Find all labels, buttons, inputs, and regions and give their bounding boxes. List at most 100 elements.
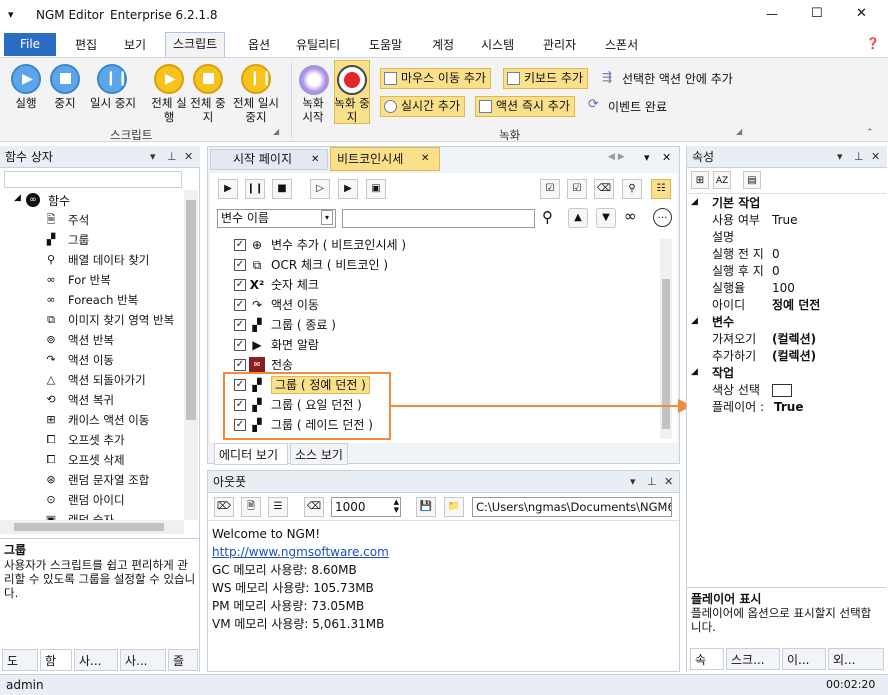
system-menu-icon[interactable]: ▾ [8, 8, 14, 21]
dropdown-icon[interactable]: ▾ [837, 146, 843, 168]
search-icon[interactable]: ⚲ [542, 208, 553, 226]
stop-icon[interactable] [50, 64, 80, 94]
close-icon[interactable]: ✕ [664, 471, 673, 493]
dropdown-icon[interactable]: ▾ [630, 471, 636, 493]
group-expand-icon[interactable]: ◢ [273, 127, 279, 136]
collapse-icon[interactable]: ◢ [691, 367, 698, 377]
record-stop-button[interactable]: 녹화 중지 [334, 96, 370, 124]
horizontal-scrollbar[interactable] [0, 520, 184, 534]
tab-properties[interactable]: 속 [690, 648, 724, 670]
close-icon[interactable]: ✕ [184, 146, 193, 168]
tree-view-icon[interactable]: ☷ [651, 179, 671, 199]
tab-function[interactable]: 함 [40, 649, 72, 671]
vertical-scrollbar[interactable] [184, 190, 198, 520]
check-all-icon[interactable]: ☑ [540, 179, 560, 199]
menu-system[interactable]: 시스템 [481, 36, 514, 53]
stop-icon[interactable]: ■ [272, 179, 292, 199]
output-link[interactable]: http://www.ngmsoftware.com [212, 543, 389, 561]
add-keyboard-button[interactable]: 키보드 추가 [503, 68, 589, 89]
run-button[interactable]: 실행 [6, 96, 46, 110]
pause-button[interactable]: 일시 중지 [84, 96, 142, 110]
tab-user-function[interactable]: 사... [120, 649, 166, 671]
pause-all-icon[interactable]: ❙❙ [241, 64, 272, 94]
add-realtime-button[interactable]: 실시간 추가 [380, 96, 466, 117]
tab-source-view[interactable]: 소스 보기 [290, 443, 348, 465]
step-icon[interactable]: ▷ [310, 179, 330, 199]
loop-icon[interactable]: ∞ [624, 207, 637, 225]
add-in-selected-button[interactable]: 선택한 액션 안에 추가 [622, 70, 733, 87]
collapse-icon[interactable]: ◢ [691, 197, 698, 207]
check-icon[interactable]: ☑ [567, 179, 587, 199]
tab-external[interactable]: 외... [828, 648, 884, 670]
stop-button[interactable]: 중지 [45, 96, 85, 110]
tab-start-page[interactable]: 시작 페이지 ✕ [210, 149, 328, 170]
move-up-icon[interactable]: ▲ [568, 208, 588, 228]
step-play-icon[interactable]: ▶ [338, 179, 358, 199]
vertical-scrollbar[interactable] [660, 239, 672, 439]
close-icon[interactable]: ✕ [871, 146, 880, 168]
variable-value-input[interactable] [342, 209, 535, 228]
tab-user[interactable]: 사... [74, 649, 118, 671]
property-pages-icon[interactable]: ▤ [743, 171, 761, 189]
maximize-button[interactable]: ☐ [811, 6, 823, 21]
menu-view[interactable]: 보기 [124, 36, 146, 53]
pause-icon[interactable]: ❙❙ [97, 64, 128, 94]
tab-scroll-icon[interactable]: ◀ ▶ [608, 152, 625, 162]
pause-icon[interactable]: ❙❙ [245, 179, 265, 199]
find-icon[interactable]: ⚲ [622, 179, 642, 199]
move-down-icon[interactable]: ▼ [596, 208, 616, 228]
add-action-now-button[interactable]: 액션 즉시 추가 [475, 96, 575, 117]
search-input[interactable] [4, 171, 182, 188]
property-row[interactable]: 실행 전 지0 [688, 246, 884, 263]
menu-sponsor[interactable]: 스폰서 [605, 36, 638, 53]
pin-icon[interactable]: ⊥ [854, 146, 864, 168]
stop-all-icon[interactable] [193, 64, 223, 94]
tree-root-label[interactable]: 함수 [48, 192, 70, 209]
pin-icon[interactable]: ⊥ [647, 471, 657, 493]
property-row[interactable]: 실행율 100 [688, 280, 884, 297]
step-frame-icon[interactable]: ▣ [366, 179, 386, 199]
property-row[interactable]: 실행 후 지0 [688, 263, 884, 280]
menu-account[interactable]: 계정 [432, 36, 454, 53]
menu-edit[interactable]: 편집 [75, 36, 97, 53]
collapse-ribbon-icon[interactable]: ⌃ [866, 128, 874, 138]
run-all-button[interactable]: 전체 실행 [149, 96, 189, 124]
property-row[interactable]: 색상 선택 [688, 382, 884, 399]
categorized-icon[interactable]: ⊞ [691, 171, 709, 189]
pause-all-button[interactable]: 전체 일시 중지 [228, 96, 284, 124]
menu-admin[interactable]: 관리자 [543, 36, 576, 53]
close-icon[interactable]: ✕ [662, 151, 671, 164]
stop-all-button[interactable]: 전체 중지 [188, 96, 228, 124]
record-start-button[interactable]: 녹화 시작 [296, 96, 330, 124]
file-menu[interactable]: File [4, 33, 56, 56]
variable-select[interactable]: 변수 이름 ▾ [217, 209, 336, 228]
menu-utility[interactable]: 유틸리티 [296, 36, 340, 53]
group-expand-icon[interactable]: ◢ [736, 127, 742, 136]
export-icon[interactable]: 🗎 [241, 497, 261, 517]
pin-icon[interactable]: ⊥ [167, 146, 177, 168]
tab-script[interactable]: 스크... [726, 648, 780, 670]
help-icon[interactable]: ❓ [866, 37, 880, 50]
scrollbar-thumb[interactable] [186, 200, 196, 420]
add-mouse-button[interactable]: 마우스 이동 추가 [380, 68, 491, 89]
expand-icon[interactable]: ◢ [14, 193, 21, 203]
scrollbar-thumb[interactable] [14, 523, 164, 531]
collapse-icon[interactable]: ◢ [691, 316, 698, 326]
property-row[interactable]: 사용 여부 True [688, 212, 884, 229]
property-row-player[interactable]: 플레이어 : True [688, 399, 884, 416]
sort-az-icon[interactable]: AZ [713, 171, 731, 189]
clear-output-icon[interactable]: ⌦ [214, 497, 234, 517]
minimize-button[interactable]: — [766, 7, 778, 21]
tab-bitcoin[interactable]: 비트코인시세 ✕ [330, 147, 440, 171]
delete-icon[interactable]: ⌫ [594, 179, 614, 199]
tab-favorites[interactable]: 즐 [168, 649, 198, 671]
property-row[interactable]: 가져오기 (컬렉션) [688, 331, 884, 348]
line-count-stepper[interactable]: 1000 ▲ ▼ [331, 497, 401, 517]
run-icon[interactable]: ▶ [11, 64, 41, 94]
tab-toolbox[interactable]: 도 [2, 649, 38, 671]
more-icon[interactable]: … [653, 208, 672, 227]
menu-help[interactable]: 도움말 [369, 36, 402, 53]
record-start-icon[interactable] [299, 65, 329, 95]
property-row[interactable]: 설명 [688, 229, 884, 246]
dropdown-icon[interactable]: ▾ [644, 151, 650, 164]
